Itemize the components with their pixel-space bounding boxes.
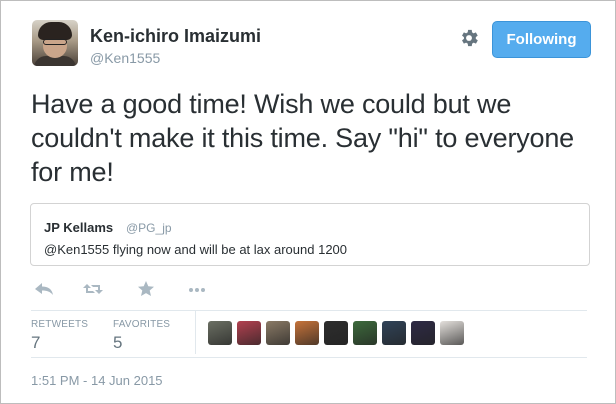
more-icon[interactable]: [186, 280, 208, 298]
favoriter-avatar[interactable]: [237, 321, 261, 345]
author-name[interactable]: Ken-ichiro Imaizumi: [90, 26, 261, 47]
retweets-count[interactable]: 7: [31, 333, 40, 353]
quoted-tweet-text: @Ken1555 flying now and will be at lax a…: [44, 242, 348, 257]
stats-separator: [195, 311, 196, 354]
favoriter-avatar[interactable]: [324, 321, 348, 345]
author-avatar[interactable]: [32, 20, 78, 66]
favoriter-avatar[interactable]: [411, 321, 435, 345]
tweet-timestamp[interactable]: 1:51 PM - 14 Jun 2015: [31, 373, 163, 388]
quoted-author-handle: @PG_jp: [126, 221, 172, 235]
favorite-icon[interactable]: [135, 280, 157, 298]
favoriter-avatar[interactable]: [353, 321, 377, 345]
tweet-text: Have a good time! Wish we could but we c…: [31, 89, 574, 187]
retweet-icon[interactable]: [82, 280, 104, 298]
gear-icon[interactable]: [458, 27, 480, 49]
quoted-tweet[interactable]: JP Kellams @PG_jp @Ken1555 flying now an…: [30, 203, 590, 266]
reply-icon[interactable]: [33, 280, 55, 298]
following-button[interactable]: Following: [492, 21, 591, 58]
divider: [31, 357, 587, 358]
quoted-author-name: JP Kellams: [44, 220, 114, 235]
favoriter-avatar[interactable]: [440, 321, 464, 345]
divider: [31, 310, 587, 311]
favoriter-avatar[interactable]: [295, 321, 319, 345]
retweets-label[interactable]: RETWEETS: [31, 319, 88, 330]
favoriter-avatar[interactable]: [382, 321, 406, 345]
author-handle[interactable]: @Ken1555: [90, 50, 160, 66]
favoriter-avatar[interactable]: [208, 321, 232, 345]
favoriter-avatar[interactable]: [266, 321, 290, 345]
favorites-count[interactable]: 5: [113, 333, 122, 353]
tweet-card: Ken-ichiro Imaizumi @Ken1555 Following H…: [0, 0, 616, 404]
favorites-label[interactable]: FAVORITES: [113, 319, 170, 330]
